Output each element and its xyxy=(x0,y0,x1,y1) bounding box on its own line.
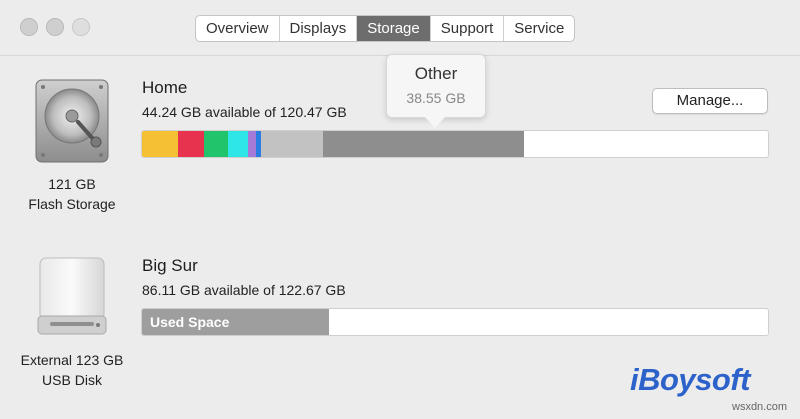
tooltip-value: 38.55 GB xyxy=(406,90,466,106)
storage-usage-bar[interactable] xyxy=(141,130,769,158)
drive-type: USB Disk xyxy=(42,372,102,388)
tooltip-arrow xyxy=(424,116,446,128)
manage-button[interactable]: Manage... xyxy=(652,88,768,114)
usb-disk-icon xyxy=(37,257,107,335)
usage-segment-other[interactable] xyxy=(323,131,524,157)
volume-name: Big Sur xyxy=(142,256,198,275)
tab-bar: Overview Displays Storage Support Servic… xyxy=(195,15,576,42)
drive-caption: 121 GB Flash Storage xyxy=(10,174,134,214)
volume-available: 44.24 GB available of 120.47 GB xyxy=(142,104,347,120)
used-space-segment: Used Space xyxy=(142,309,329,335)
close-window-button[interactable] xyxy=(20,18,38,36)
minimize-window-button[interactable] xyxy=(46,18,64,36)
brand-watermark: iBoysoft xyxy=(630,362,751,397)
site-watermark: wsxdn.com xyxy=(732,401,788,413)
tooltip-title: Other xyxy=(414,64,458,83)
volume-available: 86.11 GB available of 122.67 GB xyxy=(142,282,346,298)
zoom-window-button[interactable] xyxy=(72,18,90,36)
external-usage-bar[interactable]: Used Space xyxy=(141,308,769,336)
drive-caption: External 123 GB USB Disk xyxy=(6,350,138,390)
tab-storage[interactable]: Storage xyxy=(357,16,431,41)
tab-overview[interactable]: Overview xyxy=(196,16,280,41)
volume-name: Home xyxy=(142,78,188,97)
tab-service[interactable]: Service xyxy=(504,16,574,41)
tab-displays[interactable]: Displays xyxy=(280,16,358,41)
usage-segment-green[interactable] xyxy=(204,131,228,157)
segment-tooltip: Other 38.55 GB xyxy=(386,54,486,118)
drive-capacity: External 123 GB xyxy=(20,352,124,368)
usage-segment-light-gray[interactable] xyxy=(260,131,324,157)
hard-drive-icon xyxy=(35,79,109,163)
window-titlebar: Overview Displays Storage Support Servic… xyxy=(0,0,800,56)
drive-capacity: 121 GB xyxy=(48,176,96,192)
usage-segment-cyan[interactable] xyxy=(227,131,249,157)
usage-segment-red[interactable] xyxy=(178,131,205,157)
usage-segment-yellow[interactable] xyxy=(142,131,179,157)
usage-segment-purple[interactable] xyxy=(248,131,256,157)
drive-type: Flash Storage xyxy=(28,196,116,212)
tab-support[interactable]: Support xyxy=(431,16,505,41)
